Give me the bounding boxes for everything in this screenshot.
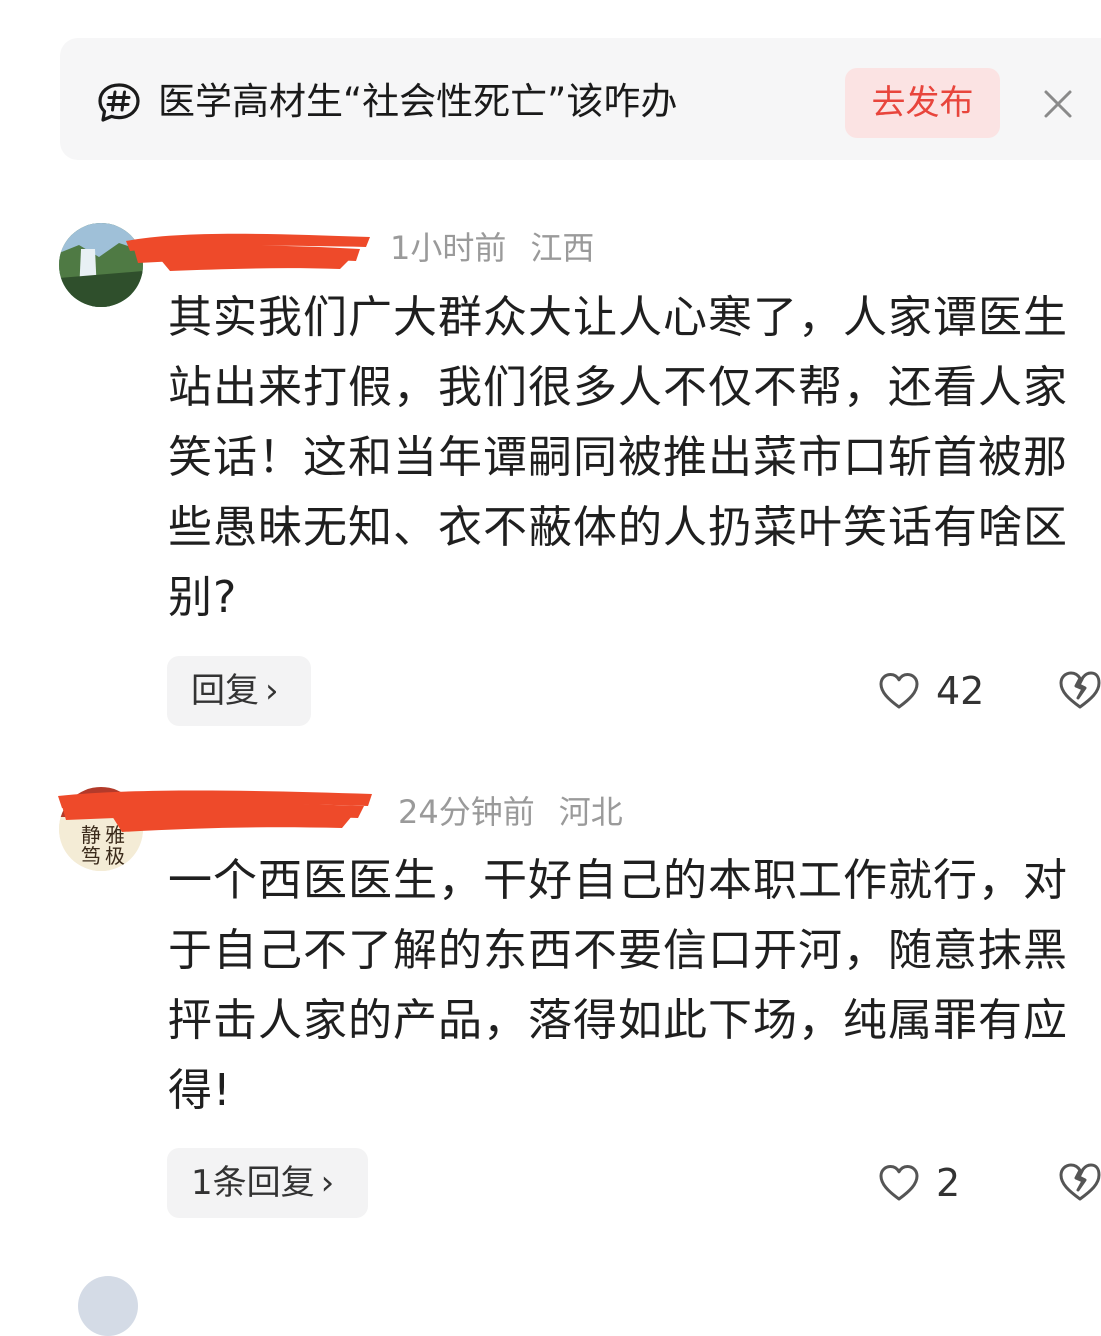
chevron-right-icon: › [320, 1163, 335, 1203]
heart-icon [879, 673, 919, 709]
broken-heart-icon [1059, 671, 1101, 709]
publish-button[interactable]: 去发布 [845, 68, 1000, 138]
comment-text: 一个西医医生，干好自己的本职工作就行，对于自己不了解的东西不要信口开河，随意抹黑… [168, 855, 1068, 1116]
heart-icon [879, 1165, 919, 1201]
comment-meta: 1小时前 江西 [390, 226, 594, 270]
avatar[interactable]: 静 雅 笃 极 [59, 787, 143, 871]
comment-location: 河北 [558, 793, 623, 831]
svg-text:极: 极 [105, 844, 125, 868]
comment-location: 江西 [530, 229, 595, 267]
reply-button[interactable]: 1条回复 › [167, 1148, 368, 1218]
avatar[interactable] [59, 223, 143, 307]
comment-time: 24分钟前 [398, 793, 535, 831]
comment-meta: 24分钟前 河北 [398, 790, 623, 834]
reply-label: 回复 [191, 671, 259, 711]
like-button[interactable]: 42 [878, 666, 984, 716]
svg-text:笃: 笃 [81, 844, 101, 868]
like-button[interactable]: 2 [878, 1158, 960, 1208]
avatar[interactable] [78, 1276, 138, 1336]
close-icon[interactable] [1038, 84, 1078, 124]
broken-heart-icon [1059, 1163, 1101, 1201]
comment-time: 1小时前 [390, 229, 507, 267]
dislike-button[interactable] [1058, 668, 1101, 712]
comment-text: 其实我们广大群众大让人心寒了，人家谭医生站出来打假，我们很多人不仅不帮，还看人家… [168, 292, 1068, 623]
topic-title[interactable]: 医学高材生“社会性死亡”该咋办 [158, 77, 677, 127]
chevron-right-icon: › [265, 671, 279, 711]
reply-button[interactable]: 回复 › [167, 656, 311, 726]
reply-label: 1条回复 [191, 1163, 315, 1203]
hashtag-bubble-icon [97, 82, 141, 124]
username-redaction [126, 233, 370, 271]
dislike-button[interactable] [1058, 1160, 1101, 1204]
like-count: 42 [936, 669, 985, 713]
like-count: 2 [936, 1161, 961, 1205]
